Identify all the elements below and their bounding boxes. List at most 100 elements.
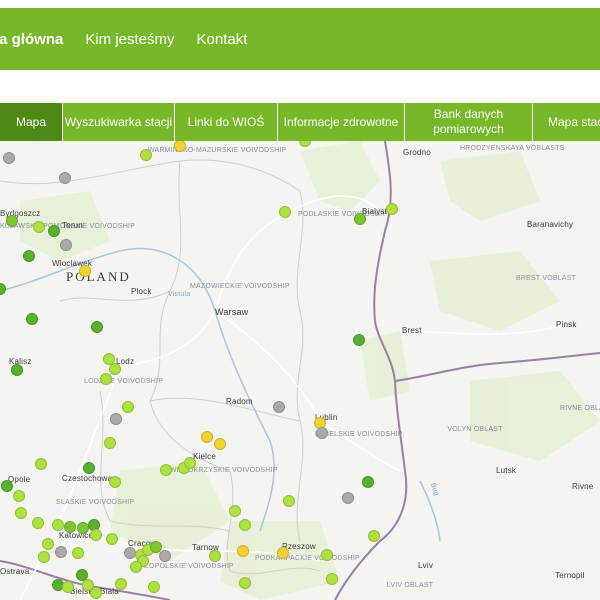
region-label-hrodzyenskaya: HRODZYENSKAYA VOBLASTS: [460, 145, 565, 152]
station-marker[interactable]: [353, 334, 365, 346]
station-marker[interactable]: [64, 521, 76, 533]
city-label-katowice: Katowice: [59, 531, 94, 540]
region-label-lviv: LVIV OBLAST: [386, 582, 434, 589]
station-marker[interactable]: [148, 581, 160, 593]
station-marker[interactable]: [33, 221, 45, 233]
station-marker[interactable]: [321, 549, 333, 561]
station-marker[interactable]: [160, 464, 172, 476]
air-quality-map[interactable]: POLAND WARMINSKO-MAZURSKIE VOIVODSHIP HR…: [0, 141, 600, 600]
station-marker[interactable]: [229, 505, 241, 517]
region-label-podkarpackie: PODKARPACKIE VOIVODSHIP: [255, 555, 360, 562]
region-label-swietokrzyskie: SWIETOKRZYSKIE VOIVODSHIP: [165, 467, 278, 474]
region-label-podlaskie: PODLASKIE VOIVODSHIP: [298, 211, 388, 218]
station-marker[interactable]: [184, 457, 196, 469]
nav-about-link[interactable]: Kim jesteśmy: [85, 31, 174, 48]
station-marker[interactable]: [115, 578, 127, 590]
station-marker[interactable]: [140, 149, 152, 161]
city-label-plock: Plock: [131, 287, 152, 296]
station-marker[interactable]: [214, 438, 226, 450]
station-marker[interactable]: [15, 507, 27, 519]
station-marker[interactable]: [91, 321, 103, 333]
station-marker[interactable]: [237, 545, 249, 557]
station-marker[interactable]: [13, 490, 25, 502]
nav-contact-link[interactable]: Kontakt: [197, 31, 248, 48]
station-marker[interactable]: [110, 413, 122, 425]
river-label-vistula: Vistula: [168, 291, 191, 298]
city-label-czestochowa: Czestochowa: [62, 474, 113, 483]
tab-station-map[interactable]: Mapa stacji: [532, 103, 600, 141]
station-marker[interactable]: [3, 152, 15, 164]
city-label-rivne: Rivne: [572, 482, 594, 491]
station-marker[interactable]: [368, 530, 380, 542]
station-marker[interactable]: [239, 577, 251, 589]
top-navigation: na główna Kim jesteśmy Kontakt: [0, 8, 269, 70]
station-marker[interactable]: [209, 550, 221, 562]
region-label-mazowieckie: MAZOWIECKIE VOIVODSHIP: [190, 283, 290, 290]
region-label-brest: BREST VOBLAST: [516, 275, 577, 282]
station-marker[interactable]: [1, 480, 13, 492]
station-marker[interactable]: [62, 581, 74, 593]
station-marker[interactable]: [38, 551, 50, 563]
station-marker[interactable]: [279, 206, 291, 218]
station-marker[interactable]: [239, 519, 251, 531]
station-marker[interactable]: [106, 533, 118, 545]
city-label-grodno: Grodno: [403, 148, 431, 157]
station-marker[interactable]: [42, 538, 54, 550]
station-marker[interactable]: [201, 431, 213, 443]
country-label-poland: POLAND: [66, 269, 131, 284]
tab-station-search[interactable]: Wyszukiwarka stacji: [62, 103, 174, 141]
station-marker[interactable]: [354, 213, 366, 225]
city-label-radom: Radom: [226, 397, 253, 406]
city-label-torun: Torun: [62, 221, 84, 230]
region-label-rivne: RIVNE OBLAST: [560, 405, 600, 412]
station-marker[interactable]: [72, 547, 84, 559]
station-marker[interactable]: [122, 401, 134, 413]
region-label-slaskie: SLASKIE VOIVODSHIP: [56, 499, 135, 506]
station-marker[interactable]: [32, 517, 44, 529]
station-marker[interactable]: [11, 364, 23, 376]
station-marker[interactable]: [277, 547, 289, 559]
city-label-lutsk: Lutsk: [496, 466, 517, 475]
station-marker[interactable]: [79, 265, 91, 277]
tab-measurement-data-bank[interactable]: Bank danych pomiarowych: [404, 103, 532, 141]
region-label-volyn: VOLYN OBLAST: [447, 426, 503, 433]
station-marker[interactable]: [316, 427, 328, 439]
station-marker[interactable]: [100, 373, 112, 385]
station-marker[interactable]: [90, 587, 102, 599]
station-marker[interactable]: [26, 313, 38, 325]
station-marker[interactable]: [60, 239, 72, 251]
station-marker[interactable]: [386, 203, 398, 215]
city-label-kielce: Kielce: [193, 452, 216, 461]
station-marker[interactable]: [90, 529, 102, 541]
station-marker[interactable]: [159, 550, 171, 562]
region-label-lodzkie: LODZKIE VOIVODSHIP: [84, 378, 164, 385]
station-marker[interactable]: [283, 495, 295, 507]
tab-health-info[interactable]: Informacje zdrowotne: [277, 103, 404, 141]
station-marker[interactable]: [109, 476, 121, 488]
city-label-pinsk: Pinsk: [556, 320, 577, 329]
station-marker[interactable]: [6, 215, 18, 227]
map-tabs: Mapa Wyszukiwarka stacji Linki do WIOŚ I…: [0, 103, 600, 141]
city-label-lviv: Lviv: [418, 561, 434, 570]
station-marker[interactable]: [104, 437, 116, 449]
tab-map[interactable]: Mapa: [0, 103, 62, 141]
station-marker[interactable]: [48, 225, 60, 237]
station-marker[interactable]: [109, 363, 121, 375]
station-marker[interactable]: [83, 462, 95, 474]
station-marker[interactable]: [59, 172, 71, 184]
city-label-baranavichy: Baranavichy: [527, 220, 574, 229]
station-marker[interactable]: [55, 546, 67, 558]
city-label-brest: Brest: [402, 326, 422, 335]
station-marker[interactable]: [35, 458, 47, 470]
station-marker[interactable]: [362, 476, 374, 488]
nav-home-link[interactable]: na główna: [0, 31, 63, 48]
station-marker[interactable]: [273, 401, 285, 413]
station-marker[interactable]: [342, 492, 354, 504]
station-marker[interactable]: [130, 561, 142, 573]
station-marker[interactable]: [52, 519, 64, 531]
tab-wios-links[interactable]: Linki do WIOŚ: [174, 103, 277, 141]
city-label-warsaw: Warsaw: [215, 307, 249, 317]
station-marker[interactable]: [23, 250, 35, 262]
city-label-ternopil: Ternopil: [555, 571, 585, 580]
station-marker[interactable]: [326, 573, 338, 585]
